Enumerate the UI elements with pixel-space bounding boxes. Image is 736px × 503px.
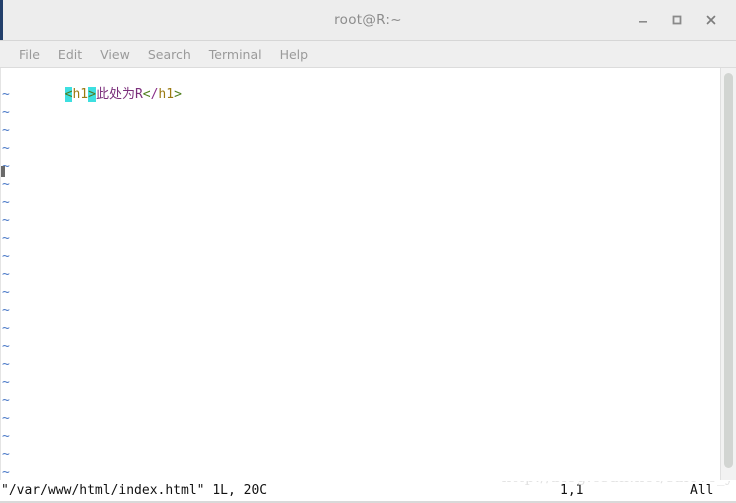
vim-tilde-marker: ~ <box>2 213 10 228</box>
close-button[interactable] <box>694 4 728 36</box>
token-text-content: 此处为R <box>95 87 143 102</box>
vim-tilde-marker: ~ <box>2 105 10 120</box>
menu-item-file[interactable]: File <box>10 45 49 64</box>
vim-tilde-marker: ~ <box>2 465 10 480</box>
vim-tilde-marker: ~ <box>2 285 10 300</box>
scroll-nub-artifact <box>1 166 5 177</box>
vim-tilde-marker: ~ <box>2 231 10 246</box>
vim-tilde-marker: ~ <box>2 339 10 354</box>
vim-tilde-marker: ~ <box>2 123 10 138</box>
vim-tilde-marker: ~ <box>2 303 10 318</box>
vim-tilde-marker: ~ <box>2 375 10 390</box>
window-controls <box>626 0 728 40</box>
token-close-angle-open: < <box>142 87 151 102</box>
token-close-angle: > <box>174 87 182 102</box>
token-open-angle-close: > <box>88 87 96 102</box>
token-open-tagname: h1 <box>72 87 89 102</box>
vim-editor-area[interactable]: <h1>此处为R</h1> ~ ~ ~ ~ ~ ~ ~ ~ ~ ~ ~ ~ ~ ~ ~ ~ ~ ~ ~ ~ ~ ~ <box>1 68 720 480</box>
vim-empty-line-markers: ~ ~ ~ ~ ~ ~ ~ ~ ~ ~ ~ ~ ~ ~ ~ ~ ~ ~ ~ ~ ~ ~ <box>2 86 10 480</box>
vim-statusbar: http://blog.csdn.net/salove_y "/var/www/… <box>0 480 736 503</box>
terminal-body[interactable]: <h1>此处为R</h1> ~ ~ ~ ~ ~ ~ ~ ~ ~ ~ ~ ~ ~ ~ ~ ~ ~ ~ ~ ~ ~ ~ <box>0 68 736 480</box>
menu-item-terminal[interactable]: Terminal <box>200 45 271 64</box>
window-title: root@R:~ <box>334 12 402 28</box>
maximize-icon <box>672 15 682 25</box>
vim-tilde-marker: ~ <box>2 393 10 408</box>
menu-item-edit[interactable]: Edit <box>49 45 91 64</box>
scrollbar-thumb[interactable] <box>724 73 733 468</box>
status-file-info: "/var/www/html/index.html" 1L, 20C <box>1 483 268 498</box>
menu-item-view[interactable]: View <box>91 45 139 64</box>
vim-tilde-marker: ~ <box>2 447 10 462</box>
vim-tilde-marker: ~ <box>2 87 10 102</box>
vim-tilde-marker: ~ <box>2 321 10 336</box>
vim-tilde-marker: ~ <box>2 267 10 282</box>
vim-tilde-marker: ~ <box>2 177 10 192</box>
menu-item-help[interactable]: Help <box>271 45 318 64</box>
vim-tilde-marker: ~ <box>2 249 10 264</box>
vim-tilde-marker: ~ <box>2 141 10 156</box>
vim-tilde-marker: ~ <box>2 411 10 426</box>
status-scroll-indicator: All <box>690 483 714 498</box>
titlebar[interactable]: root@R:~ <box>0 0 736 41</box>
vertical-scrollbar[interactable] <box>720 68 736 480</box>
vim-tilde-marker: ~ <box>2 357 10 372</box>
terminal-window: root@R:~ File Edit View Search Terminal … <box>0 0 736 503</box>
status-cursor-position: 1,1 <box>560 483 584 498</box>
close-icon <box>706 15 716 25</box>
menu-item-search[interactable]: Search <box>139 45 200 64</box>
maximize-button[interactable] <box>660 4 694 36</box>
vim-tilde-marker: ~ <box>2 195 10 210</box>
token-close-tagname: h1 <box>158 87 175 102</box>
minimize-button[interactable] <box>626 4 660 36</box>
vim-tilde-marker: ~ <box>2 429 10 444</box>
menubar: File Edit View Search Terminal Help <box>0 41 736 68</box>
editor-line-1: <h1>此处为R</h1> <box>1 68 720 102</box>
minimize-icon <box>639 21 647 23</box>
window-accent-edge <box>0 0 3 40</box>
